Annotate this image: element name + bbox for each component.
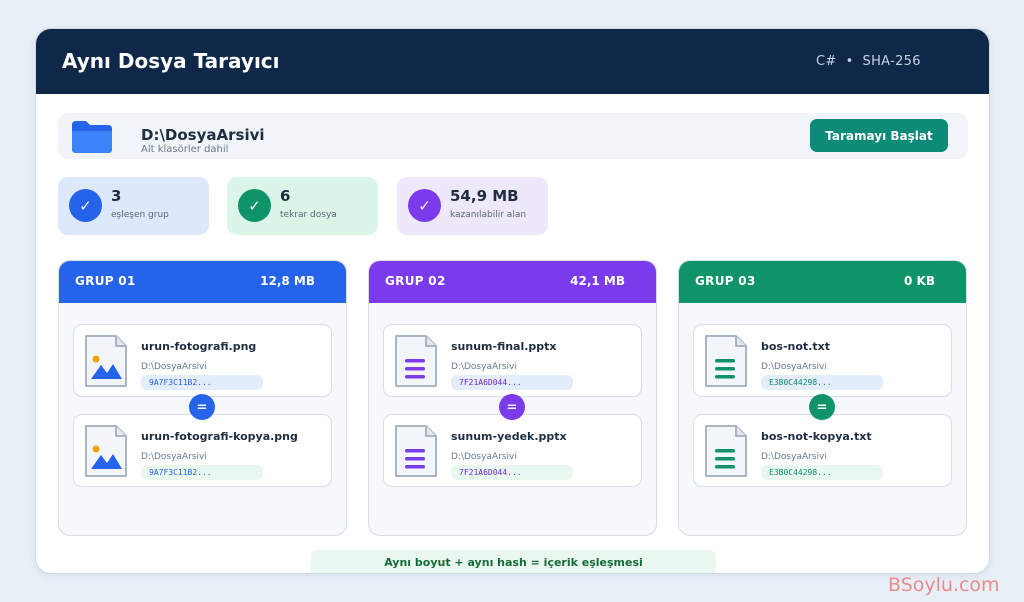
document-file-icon bbox=[393, 423, 439, 483]
stat-label: eşleşen grup bbox=[111, 210, 169, 220]
equals-icon: = bbox=[189, 394, 215, 420]
file-name: bos-not.txt bbox=[761, 340, 830, 353]
tech-separator: • bbox=[845, 54, 854, 69]
file-path: D:\DosyaArsivi bbox=[141, 362, 207, 372]
file-hash: 7F21A6D044... bbox=[451, 465, 573, 480]
file-hash: 7F21A6D044... bbox=[451, 375, 573, 390]
file-name: sunum-final.pptx bbox=[451, 340, 557, 353]
file-path: D:\DosyaArsivi bbox=[451, 362, 517, 372]
file-card[interactable]: sunum-yedek.pptx D:\DosyaArsivi 7F21A6D0… bbox=[383, 414, 642, 487]
folder-path-panel: D:\DosyaArsivi Alt klasörler dahil Taram… bbox=[58, 113, 968, 159]
file-hash: E3B0C44298... bbox=[761, 465, 883, 480]
file-hash: E3B0C44298... bbox=[761, 375, 883, 390]
image-file-icon bbox=[83, 423, 129, 483]
group-name: GRUP 02 bbox=[385, 274, 446, 288]
equals-icon: = bbox=[499, 394, 525, 420]
stat-value: 3 bbox=[111, 187, 122, 205]
equals-icon: = bbox=[809, 394, 835, 420]
group-name: GRUP 03 bbox=[695, 274, 756, 288]
file-path: D:\DosyaArsivi bbox=[451, 452, 517, 462]
duplicate-group-3: GRUP 03 0 KB bos-not.txt D:\DosyaArsivi … bbox=[678, 260, 967, 536]
check-icon: ✓ bbox=[408, 189, 441, 222]
file-name: sunum-yedek.pptx bbox=[451, 430, 567, 443]
group-size: 12,8 MB bbox=[260, 274, 315, 288]
group-header: GRUP 02 42,1 MB bbox=[369, 261, 656, 303]
watermark: BSoylu.com bbox=[888, 574, 1000, 596]
file-path: D:\DosyaArsivi bbox=[141, 452, 207, 462]
group-header: GRUP 03 0 KB bbox=[679, 261, 966, 303]
text-file-icon bbox=[703, 333, 749, 393]
app-window: Aynı Dosya Tarayıcı C# • SHA-256 D:\DosyaA… bbox=[35, 28, 990, 574]
file-card[interactable]: bos-not.txt D:\DosyaArsivi E3B0C44298... bbox=[693, 324, 952, 397]
stat-recoverable-space: ✓ 54,9 MB kazanılabilir alan bbox=[397, 177, 548, 235]
image-file-icon bbox=[83, 333, 129, 393]
folder-icon bbox=[70, 117, 114, 159]
file-path: D:\DosyaArsivi bbox=[761, 362, 827, 372]
file-name: urun-fotografi.png bbox=[141, 340, 257, 353]
match-rule-note: Aynı boyut + aynı hash = içerik eşleşmes… bbox=[311, 550, 716, 573]
file-hash: 9A7F3C11B2... bbox=[141, 375, 263, 390]
file-hash: 9A7F3C11B2... bbox=[141, 465, 263, 480]
check-icon: ✓ bbox=[238, 189, 271, 222]
file-card[interactable]: bos-not-kopya.txt D:\DosyaArsivi E3B0C44… bbox=[693, 414, 952, 487]
file-card[interactable]: urun-fotografi-kopya.png D:\DosyaArsivi … bbox=[73, 414, 332, 487]
file-path: D:\DosyaArsivi bbox=[761, 452, 827, 462]
file-card[interactable]: sunum-final.pptx D:\DosyaArsivi 7F21A6D0… bbox=[383, 324, 642, 397]
folder-path: D:\DosyaArsivi bbox=[141, 126, 265, 144]
folder-path-subtitle: Alt klasörler dahil bbox=[141, 144, 229, 155]
title-bar: Aynı Dosya Tarayıcı C# • SHA-256 bbox=[36, 29, 989, 94]
group-name: GRUP 01 bbox=[75, 274, 136, 288]
stat-value: 54,9 MB bbox=[450, 187, 519, 205]
group-header: GRUP 01 12,8 MB bbox=[59, 261, 346, 303]
text-file-icon bbox=[703, 423, 749, 483]
file-name: bos-not-kopya.txt bbox=[761, 430, 872, 443]
app-title: Aynı Dosya Tarayıcı bbox=[62, 49, 280, 73]
group-size: 42,1 MB bbox=[570, 274, 625, 288]
file-name: urun-fotografi-kopya.png bbox=[141, 430, 298, 443]
file-card[interactable]: urun-fotografi.png D:\DosyaArsivi 9A7F3C… bbox=[73, 324, 332, 397]
check-icon: ✓ bbox=[69, 189, 102, 222]
duplicate-group-2: GRUP 02 42,1 MB sunum-final.pptx D:\Dosy… bbox=[368, 260, 657, 536]
stat-matched-groups: ✓ 3 eşleşen grup bbox=[58, 177, 209, 235]
document-file-icon bbox=[393, 333, 439, 393]
stat-label: kazanılabilir alan bbox=[450, 210, 527, 220]
stat-label: tekrar dosya bbox=[280, 210, 337, 220]
group-size: 0 KB bbox=[904, 274, 935, 288]
start-scan-button[interactable]: Taramayı Başlat bbox=[810, 119, 948, 152]
stat-value: 6 bbox=[280, 187, 291, 205]
tech-language: C# bbox=[816, 54, 837, 69]
tech-info: C# • SHA-256 bbox=[816, 54, 921, 69]
duplicate-group-1: GRUP 01 12,8 MB urun-fotografi.png D:\Do… bbox=[58, 260, 347, 536]
stat-duplicate-files: ✓ 6 tekrar dosya bbox=[227, 177, 378, 235]
tech-hash-algorithm: SHA-256 bbox=[862, 54, 921, 69]
